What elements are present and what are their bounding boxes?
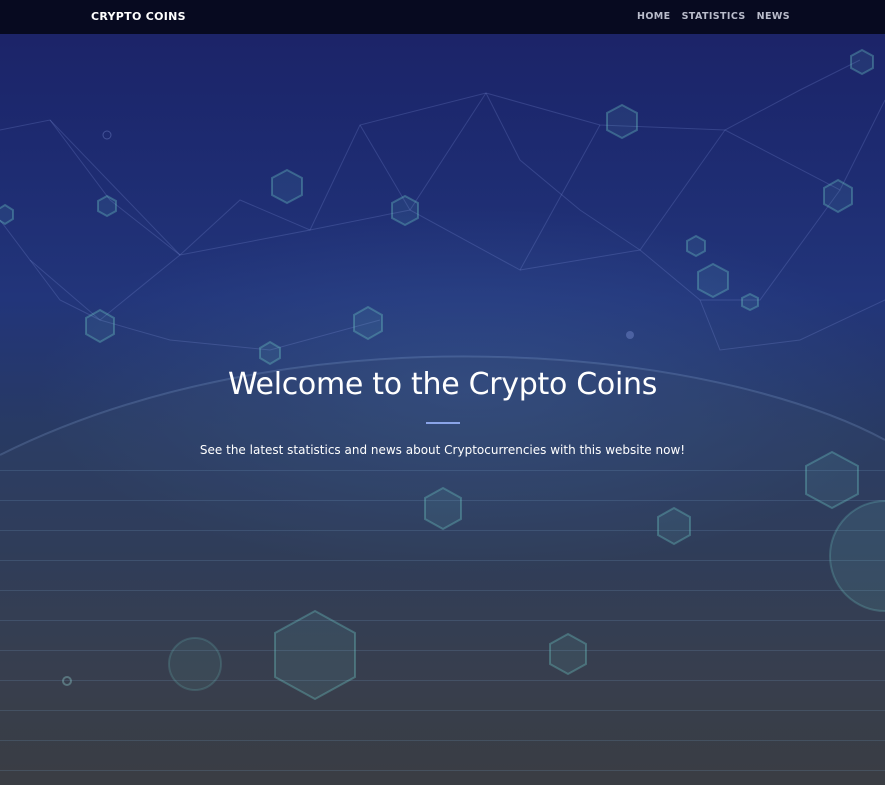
brand-logo-link[interactable]: CRYPTO COINS bbox=[91, 10, 186, 23]
page: CRYPTO COINS HOME STATISTICS NEWS Welcom… bbox=[0, 0, 885, 785]
nav-links: HOME STATISTICS NEWS bbox=[637, 11, 790, 22]
nav-link-home[interactable]: HOME bbox=[637, 11, 671, 22]
nav-link-news[interactable]: NEWS bbox=[757, 11, 790, 22]
hero-divider bbox=[425, 422, 460, 424]
hero-section: Welcome to the Crypto Coins See the late… bbox=[0, 362, 885, 458]
hero-subtitle: See the latest statistics and news about… bbox=[199, 443, 686, 457]
hero-title: Welcome to the Crypto Coins bbox=[227, 367, 658, 402]
navbar: CRYPTO COINS HOME STATISTICS NEWS bbox=[0, 0, 885, 34]
nav-link-statistics[interactable]: STATISTICS bbox=[682, 11, 746, 22]
